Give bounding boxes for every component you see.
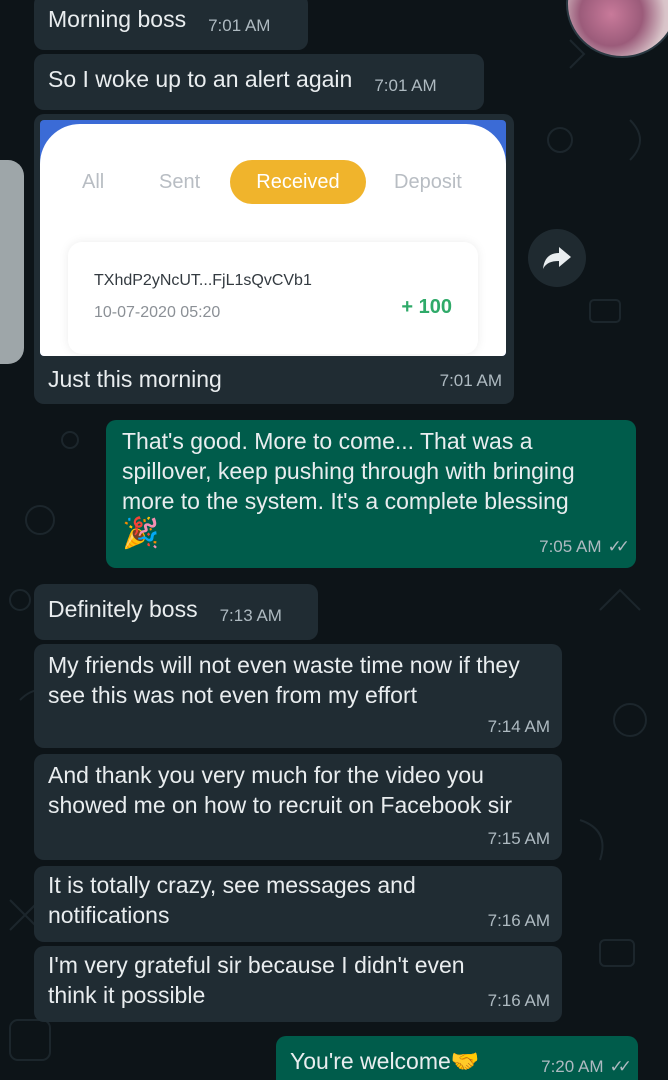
message-time: 7:16 AM: [487, 911, 550, 930]
message-text: Morning boss: [48, 6, 187, 32]
message-text: My friends will not even waste time now …: [48, 652, 520, 708]
read-ticks-icon: ✓✓: [609, 1057, 632, 1076]
message-time: 7:13 AM: [219, 606, 282, 625]
transaction-amount: + 100: [401, 296, 452, 318]
message-time: 7:01 AM: [208, 16, 271, 35]
read-ticks-icon: ✓✓: [607, 537, 630, 556]
transaction-screenshot[interactable]: All Sent Received Deposit TXhdP2yNcUT...…: [40, 120, 506, 356]
message-incoming[interactable]: So I woke up to an alert again 7:01 AM: [34, 54, 484, 110]
tab-sent: Sent: [159, 171, 201, 193]
message-time: 7:01 AM: [439, 371, 502, 390]
forward-button[interactable]: [528, 229, 586, 287]
handshake-emoji: 🤝: [450, 1048, 480, 1074]
message-text: You're welcome: [290, 1048, 451, 1074]
message-text: I'm very grateful sir because I didn't e…: [48, 952, 465, 1008]
previous-media-peek: [0, 160, 24, 364]
message-time: 7:14 AM: [487, 717, 550, 736]
message-text: Definitely boss: [48, 596, 198, 622]
image-caption: Just this morning: [48, 366, 222, 392]
forward-arrow-icon: [543, 247, 571, 269]
message-incoming[interactable]: It is totally crazy, see messages and no…: [34, 866, 562, 942]
time-label: 7:20 AM: [541, 1057, 604, 1076]
tab-deposit: Deposit: [394, 171, 462, 193]
screenshot-panel: All Sent Received Deposit TXhdP2yNcUT...…: [40, 124, 506, 356]
message-incoming[interactable]: And thank you very much for the video yo…: [34, 754, 562, 860]
message-time: 7:20 AM ✓✓: [541, 1052, 632, 1080]
message-incoming[interactable]: My friends will not even waste time now …: [34, 644, 562, 748]
time-label: 7:05 AM: [539, 537, 602, 556]
message-incoming[interactable]: Definitely boss 7:13 AM: [34, 584, 318, 640]
message-text: So I woke up to an alert again: [48, 66, 353, 92]
message-time: 7:01 AM: [374, 76, 437, 95]
message-outgoing[interactable]: You're welcome🤝 7:20 AM ✓✓: [276, 1036, 638, 1080]
tab-all: All: [82, 171, 105, 193]
message-text: That's good. More to come... That was a …: [122, 428, 575, 514]
tab-received: Received: [230, 160, 366, 204]
message-text: It is totally crazy, see messages and no…: [48, 872, 416, 928]
transaction-card: TXhdP2yNcUT...FjL1sQvCVb1 10-07-2020 05:…: [68, 242, 478, 354]
filter-tabs: All Sent Received Deposit: [40, 160, 506, 204]
transaction-date: 10-07-2020 05:20: [94, 304, 221, 321]
message-incoming[interactable]: Morning boss 7:01 AM: [34, 0, 308, 50]
transaction-id: TXhdP2yNcUT...FjL1sQvCVb1: [94, 272, 312, 289]
message-time: 7:15 AM: [487, 829, 550, 848]
message-incoming[interactable]: I'm very grateful sir because I didn't e…: [34, 946, 562, 1022]
message-time: 7:16 AM: [487, 991, 550, 1010]
message-outgoing[interactable]: That's good. More to come... That was a …: [106, 420, 636, 568]
message-text: And thank you very much for the video yo…: [48, 762, 513, 818]
message-time: 7:05 AM ✓✓: [539, 532, 630, 562]
